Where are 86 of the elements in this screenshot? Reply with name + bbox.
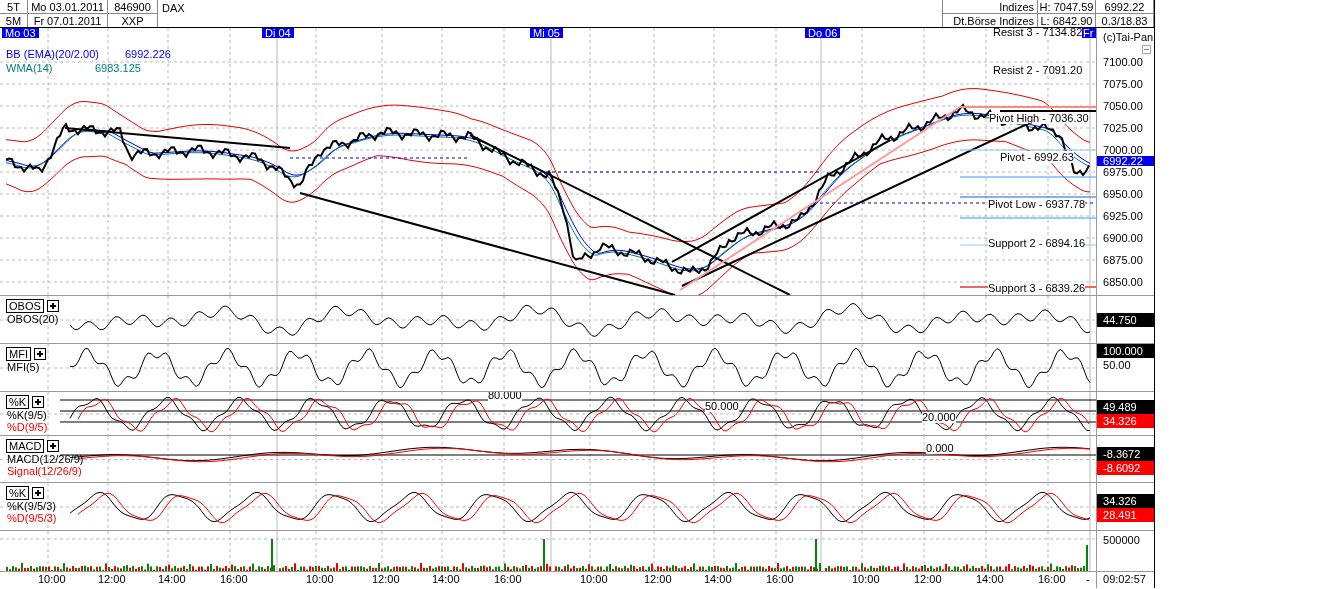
price-tick: 7050.00 — [1103, 101, 1143, 111]
price-tick: 6950.00 — [1103, 189, 1143, 199]
indicator-title[interactable]: MFI — [6, 347, 31, 361]
instrument-name: DAX — [158, 0, 943, 27]
high-value: H: 7047.59 — [1038, 0, 1096, 14]
day-marker: Di 04 — [262, 28, 294, 38]
indicator-reading: 100.000 — [1097, 344, 1154, 358]
time-label: 12:00 — [644, 573, 672, 586]
day-marker: Mo 03 — [2, 28, 39, 38]
price-tick: 7075.00 — [1103, 79, 1143, 89]
price-tick: 6875.00 — [1103, 255, 1143, 265]
time-label: 12:00 — [372, 573, 400, 586]
price-tick: 7000.00 — [1103, 145, 1143, 155]
indicator-reading: 34.326 — [1097, 414, 1154, 428]
indicator-legend: %D(9/5/3) — [6, 512, 58, 524]
level-label: 20.000 — [922, 412, 956, 423]
indicator-reading: -8.6092 — [1097, 461, 1154, 475]
exchange-code: XXP — [108, 14, 158, 27]
indicator-legend: MFI(5) — [6, 361, 41, 373]
time-label: 16:00 — [766, 573, 794, 586]
change-value: 0.3/18.83 — [1096, 14, 1154, 27]
time-label: 16:00 — [220, 573, 248, 586]
indicator-legend: BB (EMA)(20/2.00) — [6, 48, 99, 60]
current-price-label: 6992.22 — [1097, 156, 1154, 166]
time-label: 16:00 — [494, 573, 522, 586]
time-label: 10:00 — [306, 573, 334, 586]
indicator-reading: -8.3672 — [1097, 447, 1154, 461]
price-tick: 6925.00 — [1103, 211, 1143, 221]
price-tick: 7025.00 — [1103, 123, 1143, 133]
indicator-reading: 49.489 — [1097, 400, 1154, 414]
axis-tick: 500000 — [1102, 533, 1140, 547]
indicator-title[interactable]: %K — [6, 486, 30, 500]
time-label: 10:00 — [38, 573, 66, 586]
pivot-label: Pivot - 6992.63 — [1000, 151, 1074, 163]
time-label: 12:00 — [98, 573, 126, 586]
time-label: 14:00 — [704, 573, 732, 586]
price-tick: 6850.00 — [1103, 277, 1143, 287]
indicator-legend: Signal(12/26/9) — [6, 465, 83, 477]
period-label: 5M — [0, 14, 28, 27]
price-tick: 6900.00 — [1103, 233, 1143, 243]
time-label: 16:00 — [1038, 573, 1066, 586]
indicator-reading: 28.491 — [1097, 508, 1154, 522]
day-marker: Do 06 — [805, 28, 841, 38]
indicator-legend: %K(9/5/3) — [6, 500, 57, 512]
time-label: 10:00 — [852, 573, 880, 586]
indicator-value: 6992.226 — [125, 48, 171, 60]
date-label: Mo 03.01.2011 — [28, 0, 108, 14]
copyright-text: (c)Tai-Pan — [1103, 32, 1154, 42]
indicator-legend: %D(9/5) — [6, 421, 49, 433]
pivot-label: Pivot High - 7036.30 — [989, 112, 1089, 124]
price-tick: 6975.00 — [1103, 167, 1143, 177]
time-label: 14:00 — [158, 573, 186, 586]
time-label: 14:00 — [976, 573, 1004, 586]
level-label: 80.000 — [488, 392, 522, 401]
indicator-title[interactable]: MACD — [6, 439, 45, 453]
low-value: L: 6842.90 — [1038, 14, 1096, 27]
indicator-title[interactable]: %K — [6, 395, 30, 409]
price-tick: 7100.00 — [1103, 57, 1143, 67]
time-label: 14:00 — [432, 573, 460, 586]
time-label: 12:00 — [914, 573, 942, 586]
indicator-reading: 44.750 — [1097, 313, 1154, 327]
time-label: 10:00 — [580, 573, 608, 586]
indicator-legend: MACD(12/26/9) — [6, 453, 85, 465]
date-label: Fr 07.01.2011 — [28, 14, 108, 27]
category-label: Indizes — [943, 0, 1038, 14]
market-label: Dt.Börse Indizes — [943, 14, 1038, 27]
indicator-legend: WMA(14) — [6, 62, 53, 74]
level-label: 0.000 — [926, 443, 954, 454]
last-price: 6992.22 — [1096, 0, 1154, 14]
indicator-legend: %K(9/5) — [6, 409, 48, 421]
day-marker: Mi 05 — [530, 28, 563, 38]
pivot-label: Resist 3 - 7134.82 — [993, 28, 1083, 38]
indicator-title[interactable]: OBOS — [6, 299, 44, 313]
pivot-label: Support 3 - 6839.26 — [988, 282, 1086, 294]
axis-tick: 50.00 — [1102, 358, 1131, 372]
indicator-value: 6983.125 — [95, 62, 141, 74]
clock-time: 09:02:57 — [1102, 572, 1146, 586]
indicator-legend: OBOS(20) — [6, 313, 60, 325]
security-code: 846900 — [108, 0, 158, 14]
level-label: 50.000 — [705, 401, 739, 412]
pivot-label: Pivot Low - 6937.78 — [988, 198, 1086, 210]
period-label: 5T — [0, 0, 28, 14]
axis-marker: - — [1086, 573, 1090, 586]
pivot-label: Resist 2 - 7091.20 — [993, 64, 1083, 76]
indicator-reading: 34.326 — [1097, 494, 1154, 508]
pivot-label: Support 2 - 6894.16 — [988, 237, 1086, 249]
